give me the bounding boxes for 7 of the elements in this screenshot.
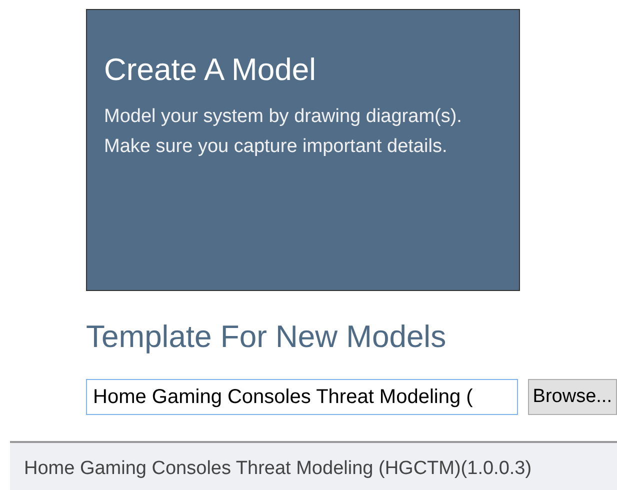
browse-button[interactable]: Browse...: [528, 379, 617, 415]
section-heading: Template For New Models: [86, 318, 448, 356]
card-description: Model your system by drawing diagram(s). Make sure you capture important details.: [104, 105, 463, 159]
template-field[interactable]: Home Gaming Consoles Threat Modeling (: [86, 379, 518, 415]
dropdown-item[interactable]: Home Gaming Consoles Threat Modeling (HGCTM)(1.0.0.3): [10, 443, 617, 490]
model-card[interactable]: Create A Model Model your system by drawing diagram(s). Make sure you capture important details.: [86, 9, 520, 291]
card-title: Create A Model: [104, 51, 317, 89]
